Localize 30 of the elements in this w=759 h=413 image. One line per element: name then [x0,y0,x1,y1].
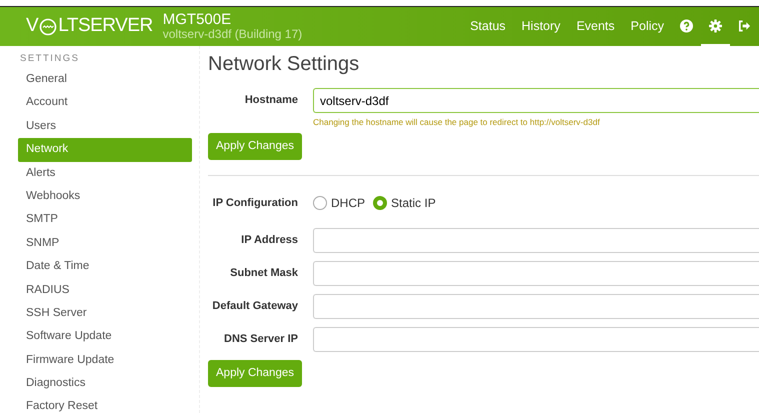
hint-text: Changing the hostname will cause the page to redirect to http://voltserv-d3df [313,116,601,129]
sidebar-item[interactable]: SSH Server [18,302,192,326]
sidebar-item[interactable]: RADIUS [18,278,192,302]
sidebar-item[interactable]: Account [18,91,192,115]
radio-label: Static IP [391,195,436,212]
sidebar-heading: SETTINGS [19,52,81,66]
field-label: DNS Server IP [223,332,298,348]
sidebar-item[interactable]: Factory Reset [18,395,192,413]
field-label: IP Address [240,233,298,248]
sidebar-item[interactable]: Firmware Update [18,348,192,372]
sidebar-item[interactable]: SMTP [18,208,192,232]
field-label: Subnet Mask [229,266,298,282]
field-label: IP Configuration [212,196,298,211]
page-title: Network Settings [208,52,360,76]
sidebar-item[interactable]: Diagnostics [18,372,192,396]
sidebar-item[interactable]: Alerts [18,162,192,185]
radio-label: DHCP [331,195,366,212]
device-name: MGT500E [162,12,232,28]
sidebar-item[interactable]: Software Update [18,325,192,349]
sidebar-item[interactable]: Webhooks [18,184,192,208]
field-label: Hostname [244,93,298,108]
sidebar-item[interactable]: SNMP [18,232,192,256]
device-subtitle: voltserv-d3df (Building 17) [162,28,302,41]
hostname-field[interactable]: voltserv-d3df [313,88,759,113]
sidebar-item[interactable]: Users [18,114,192,138]
logo-text: LTSERVER [58,14,153,38]
field-label: Default Gateway [211,299,298,314]
sidebar-item[interactable]: Date & Time [18,255,192,279]
sidebar-item[interactable]: General [18,68,192,92]
logo-text: V [26,14,38,38]
